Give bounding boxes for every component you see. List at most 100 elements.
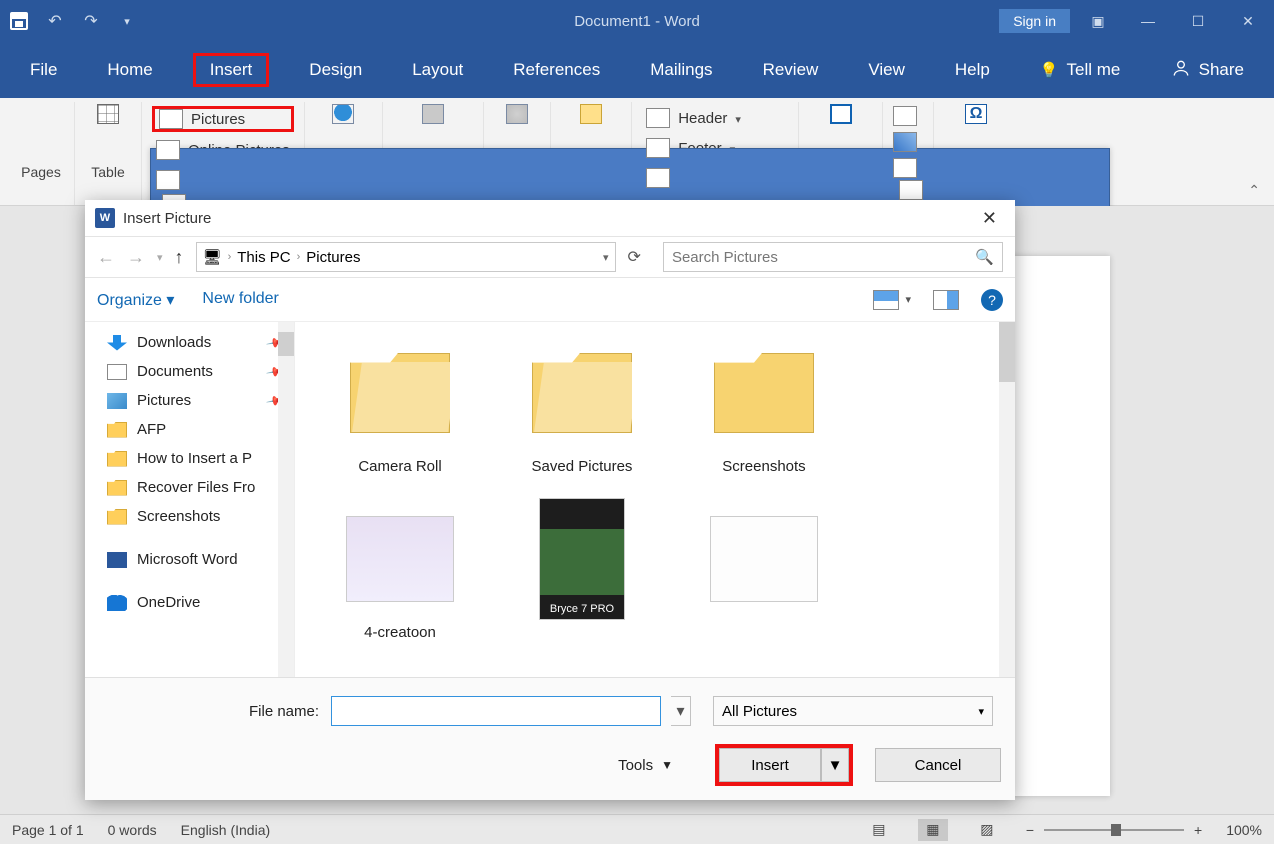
close-icon[interactable]: ✕ (1226, 7, 1270, 35)
dialog-close-icon[interactable]: ✕ (974, 204, 1005, 233)
sidebar-item-screenshots[interactable]: Screenshots (85, 502, 294, 531)
grid-scrollbar[interactable] (999, 322, 1015, 677)
status-words[interactable]: 0 words (108, 822, 157, 838)
preview-pane-icon[interactable] (933, 290, 959, 310)
tab-help[interactable]: Help (945, 50, 1000, 90)
signin-button[interactable]: Sign in (999, 9, 1070, 33)
nav-up-icon[interactable]: ↑ (175, 247, 184, 268)
breadcrumb-l2[interactable]: Pictures (306, 249, 360, 266)
web-layout-icon[interactable]: ▨ (972, 819, 1002, 841)
sidebar-item-msword[interactable]: Microsoft Word (85, 545, 294, 574)
zoom-track[interactable] (1044, 829, 1184, 831)
grid-item-camera-roll[interactable]: Camera Roll (325, 338, 475, 476)
read-mode-icon[interactable]: ▤ (864, 819, 894, 841)
redo-icon[interactable]: ↷ (78, 8, 104, 34)
tab-mailings[interactable]: Mailings (640, 50, 722, 90)
page-number-icon (646, 168, 670, 188)
nav-recent-dropdown-icon[interactable]: ▾ (157, 251, 163, 264)
grid-item-creatoon[interactable]: 4-creatoon (325, 504, 475, 642)
sidebar-label: How to Insert a P (137, 450, 252, 467)
nav-forward-icon[interactable]: → (127, 247, 145, 268)
insert-picture-dialog: W Insert Picture ✕ ← → ▾ ↑ 🖥 › This PC ›… (85, 200, 1015, 800)
print-layout-icon[interactable]: ▦ (918, 819, 948, 841)
grid-label: Camera Roll (358, 458, 441, 476)
save-icon[interactable] (6, 8, 32, 34)
drop-cap-icon[interactable] (893, 158, 917, 178)
tools-dropdown[interactable]: Tools▼ (618, 757, 673, 774)
tab-view[interactable]: View (858, 50, 915, 90)
folder-icon (107, 480, 127, 496)
sidebar-scrollbar[interactable] (278, 322, 294, 677)
tab-layout[interactable]: Layout (402, 50, 473, 90)
tab-review[interactable]: Review (753, 50, 829, 90)
grid-item-company360[interactable]: COMPANY360.IN (507, 670, 657, 677)
sidebar-label: Pictures (137, 392, 191, 409)
grid-item-saved-pictures[interactable]: Saved Pictures (507, 338, 657, 476)
view-mode-dropdown-icon[interactable]: ▾ (905, 293, 911, 306)
grid-item-screenshots[interactable]: Screenshots (689, 338, 839, 476)
tab-file[interactable]: File (20, 50, 67, 90)
sidebar-item-downloads[interactable]: Downloads📌 (85, 328, 294, 357)
status-page[interactable]: Page 1 of 1 (12, 822, 84, 838)
tab-insert[interactable]: Insert (193, 53, 270, 87)
dialog-sidebar: Downloads📌 Documents📌 Pictures📌 AFP How … (85, 322, 295, 677)
header-icon (646, 108, 670, 128)
breadcrumb-l1[interactable]: This PC (237, 249, 290, 266)
ribbon: Pages Table Pictures Online Pictures Sha… (0, 98, 1274, 206)
pages-button[interactable] (18, 104, 64, 162)
file-name-input[interactable] (331, 696, 661, 726)
refresh-icon[interactable]: ⟳ (628, 247, 641, 267)
header-button[interactable]: Header (642, 106, 788, 130)
zoom-out-icon[interactable]: − (1026, 822, 1034, 838)
sidebar-item-documents[interactable]: Documents📌 (85, 357, 294, 386)
wordart-icon[interactable] (893, 132, 917, 152)
sidebar-item-pictures[interactable]: Pictures📌 (85, 386, 294, 415)
share-button[interactable]: Share (1171, 58, 1244, 83)
tab-home[interactable]: Home (97, 50, 162, 90)
zoom-slider[interactable]: − + (1026, 822, 1202, 838)
sidebar-item-afp[interactable]: AFP (85, 415, 294, 444)
search-input[interactable]: Search Pictures 🔍 (663, 242, 1003, 272)
pictures-button[interactable]: Pictures (152, 106, 294, 132)
grid-item-finance[interactable] (325, 670, 475, 677)
breadcrumb-dropdown-icon[interactable]: ▾ (603, 251, 609, 264)
help-icon[interactable]: ? (981, 289, 1003, 311)
grid-item-bryce[interactable]: Bryce 7 PRO (507, 504, 657, 642)
file-type-dropdown[interactable]: All Pictures ▾ (713, 696, 993, 726)
quick-parts-icon[interactable] (893, 106, 917, 126)
sidebar-item-howto[interactable]: How to Insert a P (85, 444, 294, 473)
signature-line-icon[interactable] (899, 180, 923, 200)
tab-design[interactable]: Design (299, 50, 372, 90)
grid-item-options[interactable] (689, 504, 839, 642)
file-name-dropdown-icon[interactable]: ▾ (671, 696, 691, 726)
new-folder-button[interactable]: New folder (202, 290, 278, 310)
zoom-in-icon[interactable]: + (1194, 822, 1202, 838)
ribbon-display-options-icon[interactable]: ▣ (1076, 7, 1120, 35)
zoom-percent[interactable]: 100% (1226, 822, 1262, 838)
dialog-nav: ← → ▾ ↑ 🖥 › This PC › Pictures ▾ ⟳ Searc… (85, 236, 1015, 278)
grid-scrollthumb[interactable] (999, 322, 1015, 382)
status-language[interactable]: English (India) (181, 822, 271, 838)
table-button[interactable] (85, 104, 131, 162)
minimize-icon[interactable]: — (1126, 7, 1170, 35)
tab-references[interactable]: References (503, 50, 610, 90)
sidebar-item-onedrive[interactable]: OneDrive (85, 588, 294, 617)
breadcrumb[interactable]: 🖥 › This PC › Pictures ▾ (196, 242, 616, 272)
file-grid: Camera Roll Saved Pictures Screenshots 4… (295, 322, 1015, 677)
cancel-button[interactable]: Cancel (875, 748, 1001, 782)
sidebar-item-recover[interactable]: Recover Files Fro (85, 473, 294, 502)
folder-icon (107, 451, 127, 467)
nav-back-icon[interactable]: ← (97, 247, 115, 268)
insert-button[interactable]: Insert (719, 748, 821, 782)
chevron-icon: › (297, 251, 301, 263)
view-mode-icon[interactable] (873, 290, 899, 310)
maximize-icon[interactable]: ☐ (1176, 7, 1220, 35)
undo-icon[interactable]: ↶ (42, 8, 68, 34)
sidebar-scrollthumb[interactable] (278, 332, 294, 356)
tab-tellme[interactable]: Tell me (1030, 50, 1131, 90)
organize-button[interactable]: Organize ▾ (97, 290, 174, 310)
qat-dropdown-icon[interactable]: ▾ (114, 8, 140, 34)
collapse-ribbon-icon[interactable]: ⌃ (1248, 182, 1260, 199)
insert-split-dropdown-icon[interactable]: ▼ (821, 748, 849, 782)
zoom-thumb[interactable] (1111, 824, 1121, 836)
